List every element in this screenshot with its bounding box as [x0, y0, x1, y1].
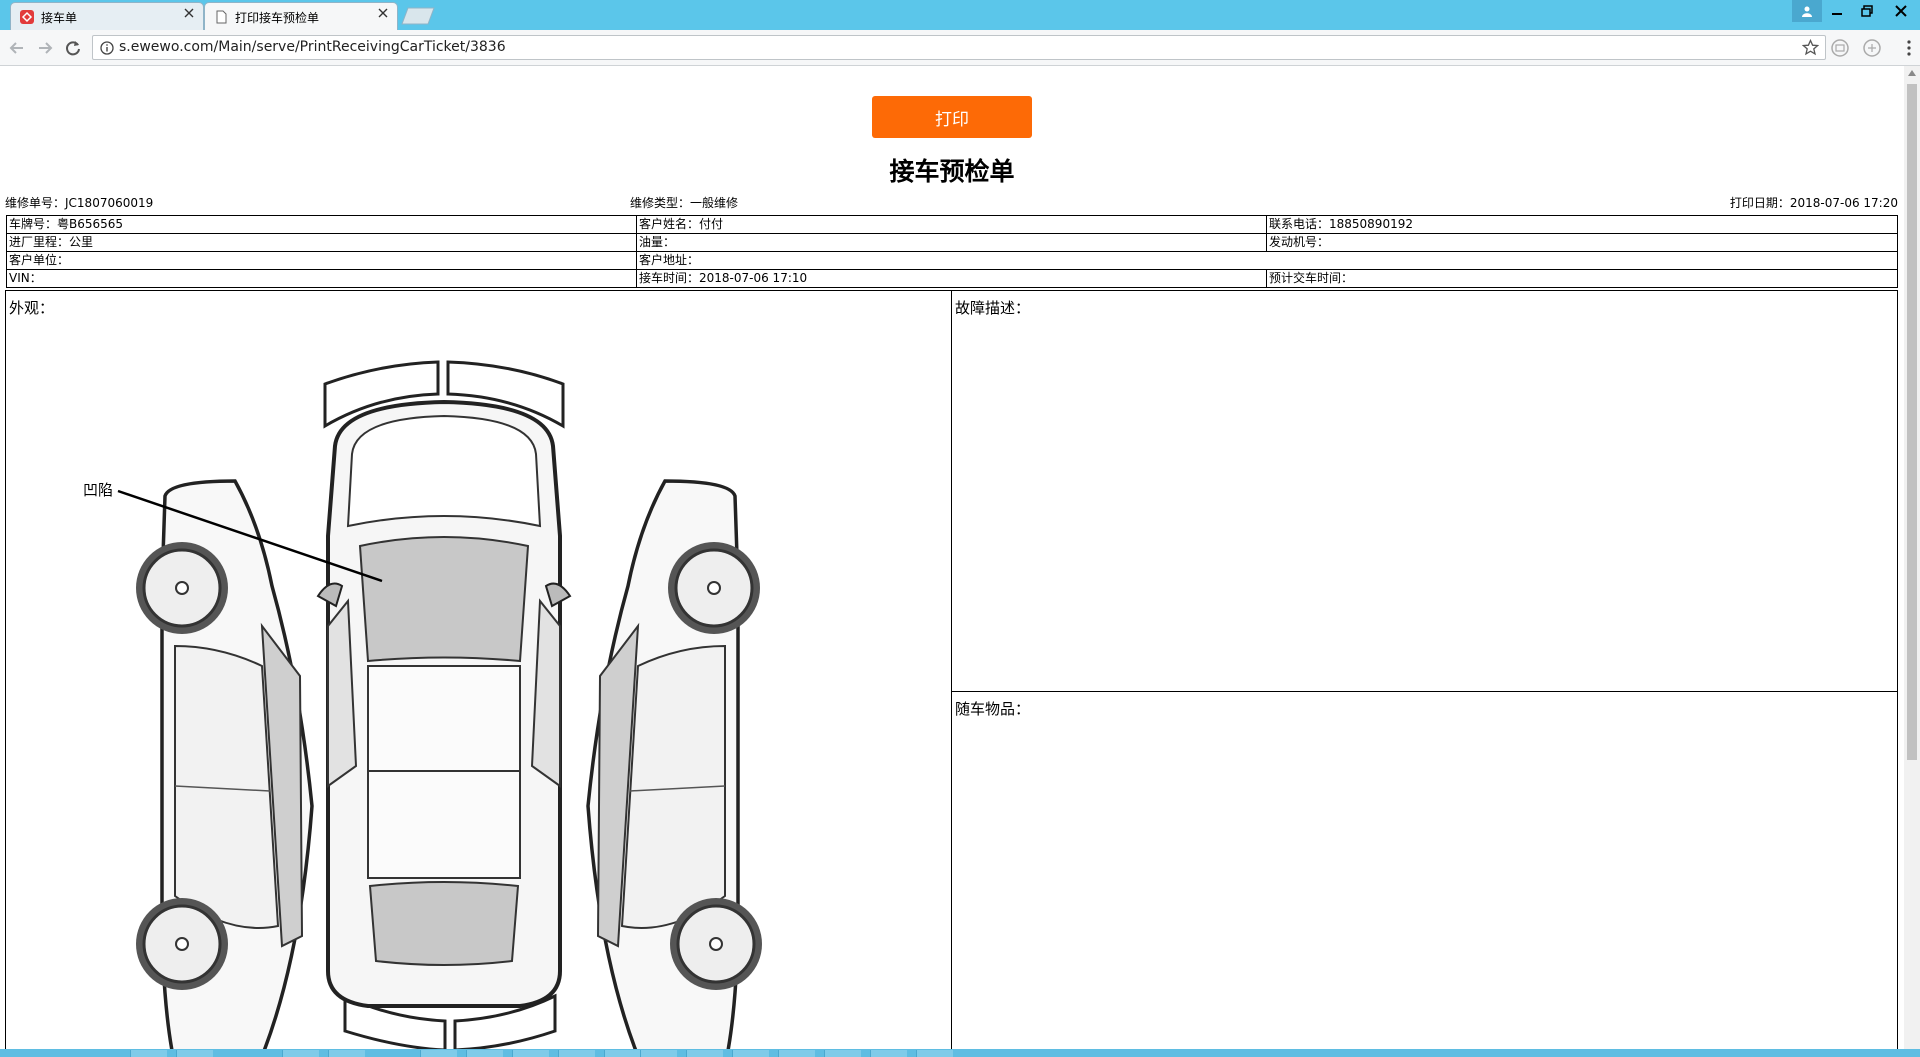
taskbar-item[interactable] — [604, 1050, 641, 1057]
site-logo-icon — [20, 10, 34, 24]
info-icon[interactable] — [100, 41, 114, 55]
browser-toolbar: s.ewewo.com/Main/serve/PrintReceivingCar… — [0, 30, 1920, 66]
tab-title: 打印接车预检单 — [235, 11, 320, 25]
taskbar-item[interactable] — [732, 1050, 769, 1057]
tab-receiving-order[interactable]: 接车单 — [10, 2, 204, 30]
page-icon — [216, 10, 227, 24]
restore-icon[interactable] — [1852, 0, 1882, 22]
taskbar-item[interactable] — [916, 1050, 953, 1057]
profile-icon[interactable] — [1792, 0, 1822, 22]
car-right-side-view — [586, 479, 762, 1049]
tab-print-ticket[interactable]: 打印接车预检单 — [204, 2, 398, 30]
vertical-scrollbar[interactable] — [1904, 66, 1920, 1049]
page-content: 打印 接车预检单 维修单号：JC1807060019 维修类型：一般维修 打印日… — [0, 66, 1904, 1049]
taskbar-item[interactable] — [282, 1050, 319, 1057]
minimize-icon[interactable] — [1822, 0, 1852, 22]
contact-phone: 联系电话：18850890192 — [1266, 215, 1898, 234]
expected-delivery-time: 预计交车时间： — [1266, 269, 1898, 288]
vehicle-items-panel: 随车物品： — [951, 691, 1898, 1049]
forward-icon[interactable] — [34, 37, 56, 59]
engine-number: 发动机号： — [1266, 233, 1898, 252]
taskbar — [0, 1049, 1920, 1057]
taskbar-item[interactable] — [870, 1050, 907, 1057]
print-date: 打印日期：2018-07-06 17:20 — [1729, 196, 1898, 210]
fault-description-panel: 故障描述： — [951, 290, 1898, 692]
extension-icon[interactable] — [1830, 38, 1850, 58]
taskbar-item[interactable] — [640, 1050, 677, 1057]
bookmark-star-icon[interactable] — [1802, 39, 1819, 56]
reload-icon[interactable] — [62, 37, 84, 59]
url-text: s.ewewo.com/Main/serve/PrintReceivingCar… — [119, 39, 506, 55]
tab-title: 接车单 — [41, 11, 78, 25]
menu-icon[interactable] — [1906, 39, 1912, 57]
new-tab-button[interactable] — [400, 7, 436, 25]
scroll-up-icon[interactable] — [1908, 70, 1916, 76]
tab-close-icon[interactable] — [183, 7, 195, 19]
customer-address: 客户地址： — [636, 251, 1898, 270]
tab-close-icon[interactable] — [377, 7, 389, 19]
close-window-icon[interactable] — [1882, 0, 1920, 22]
tab-strip: 接车单 打印接车预检单 — [0, 0, 1920, 30]
fault-description-label: 故障描述： — [955, 299, 1031, 317]
taskbar-item[interactable] — [558, 1050, 595, 1057]
taskbar-item[interactable] — [466, 1050, 503, 1057]
address-bar[interactable]: s.ewewo.com/Main/serve/PrintReceivingCar… — [92, 35, 1826, 60]
taskbar-item[interactable] — [420, 1050, 457, 1057]
vehicle-items-label: 随车物品： — [955, 700, 1031, 718]
extension-icon[interactable] — [1862, 38, 1882, 58]
damage-annotation-label: 凹陷 — [83, 481, 114, 499]
taskbar-item[interactable] — [686, 1050, 723, 1057]
taskbar-item[interactable] — [824, 1050, 861, 1057]
window-controls — [1792, 0, 1920, 22]
car-damage-diagram — [117, 360, 762, 1049]
taskbar-item[interactable] — [130, 1050, 167, 1057]
taskbar-item[interactable] — [512, 1050, 549, 1057]
taskbar-item[interactable] — [328, 1050, 365, 1057]
car-top-view — [316, 399, 572, 1008]
print-button[interactable]: 打印 — [872, 96, 1032, 138]
back-icon[interactable] — [6, 37, 28, 59]
taskbar-item[interactable] — [778, 1050, 815, 1057]
taskbar-item[interactable] — [176, 1050, 213, 1057]
scrollbar-thumb[interactable] — [1907, 84, 1917, 760]
car-left-side-view — [136, 479, 314, 1049]
